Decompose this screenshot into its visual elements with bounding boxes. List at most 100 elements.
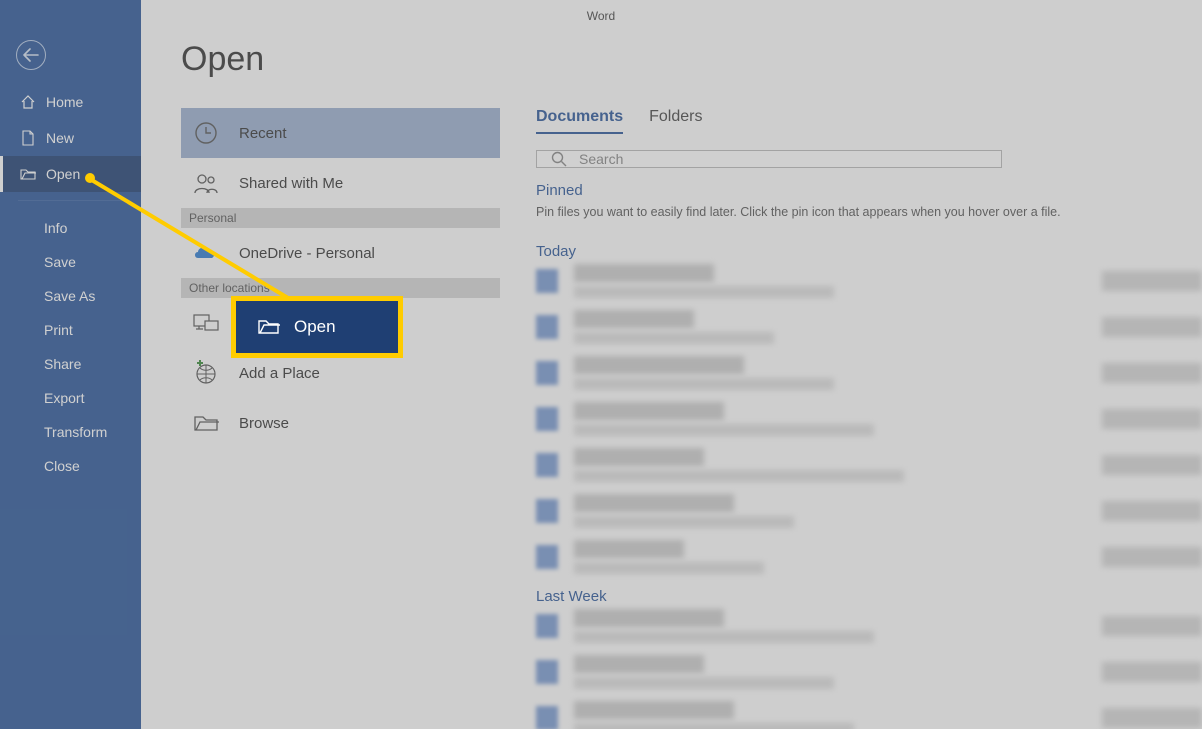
file-date	[1102, 616, 1202, 636]
locations-personal-header: Personal	[181, 208, 500, 228]
file-list-today	[536, 266, 1202, 572]
tab-documents[interactable]: Documents	[536, 108, 623, 134]
locations-other-header: Other locations	[181, 278, 500, 298]
folder-open-icon	[258, 318, 280, 336]
location-shared[interactable]: Shared with Me	[181, 158, 500, 208]
file-row[interactable]	[536, 657, 1202, 687]
file-row[interactable]	[536, 496, 1202, 526]
file-path	[574, 470, 904, 482]
today-label: Today	[536, 243, 1202, 260]
location-browse[interactable]: Browse	[181, 398, 500, 448]
file-row[interactable]	[536, 611, 1202, 641]
file-path	[574, 286, 834, 298]
file-row[interactable]	[536, 404, 1202, 434]
search-icon	[551, 151, 567, 167]
nav-close[interactable]: Close	[0, 449, 141, 483]
nav-new[interactable]: New	[0, 120, 141, 156]
file-type-icon	[536, 545, 558, 569]
file-date	[1102, 363, 1202, 383]
file-row[interactable]	[536, 358, 1202, 388]
nav-save-as[interactable]: Save As	[0, 279, 141, 313]
folder-open-icon	[20, 167, 36, 181]
file-date	[1102, 708, 1202, 728]
nav-divider	[18, 200, 123, 201]
nav-export[interactable]: Export	[0, 381, 141, 415]
nav-print[interactable]: Print	[0, 313, 141, 347]
file-row[interactable]	[536, 266, 1202, 296]
lastweek-label: Last Week	[536, 588, 1202, 605]
file-list-lastweek	[536, 611, 1202, 729]
nav-save[interactable]: Save	[0, 245, 141, 279]
file-date	[1102, 455, 1202, 475]
titlebar: Word	[0, 0, 1202, 32]
file-date	[1102, 271, 1202, 291]
file-name	[574, 655, 704, 673]
globe-plus-icon	[191, 360, 221, 386]
location-add-place-label: Add a Place	[239, 365, 320, 382]
file-name	[574, 609, 724, 627]
location-shared-label: Shared with Me	[239, 175, 343, 192]
pinned-hint: Pin files you want to easily find later.…	[536, 205, 1202, 219]
nav-share[interactable]: Share	[0, 347, 141, 381]
search-placeholder: Search	[579, 151, 623, 167]
file-name	[574, 701, 734, 719]
location-recent[interactable]: Recent	[181, 108, 500, 158]
location-recent-label: Recent	[239, 125, 287, 142]
file-name	[574, 448, 704, 466]
search-input[interactable]: Search	[536, 150, 1002, 168]
location-browse-label: Browse	[239, 415, 289, 432]
file-path	[574, 631, 874, 643]
document-icon	[20, 130, 36, 146]
file-row[interactable]	[536, 703, 1202, 729]
file-row[interactable]	[536, 450, 1202, 480]
nav-transform[interactable]: Transform	[0, 415, 141, 449]
file-type-icon	[536, 315, 558, 339]
main-area: Open Recent Shared with Me Personal	[141, 0, 1202, 729]
file-date	[1102, 662, 1202, 682]
clock-icon	[191, 120, 221, 146]
nav-info[interactable]: Info	[0, 211, 141, 245]
file-type-icon	[536, 407, 558, 431]
file-type-icon	[536, 499, 558, 523]
people-icon	[191, 172, 221, 194]
nav-open[interactable]: Open	[0, 156, 141, 192]
file-row[interactable]	[536, 542, 1202, 572]
back-arrow-icon	[23, 48, 39, 62]
this-pc-icon	[191, 312, 221, 334]
file-type-icon	[536, 269, 558, 293]
file-path	[574, 562, 764, 574]
file-type-icon	[536, 361, 558, 385]
file-path	[574, 516, 794, 528]
tab-folders[interactable]: Folders	[649, 108, 702, 134]
pinned-label: Pinned	[536, 182, 1202, 199]
locations-panel: Recent Shared with Me Personal OneDrive …	[181, 108, 500, 729]
file-type-icon	[536, 660, 558, 684]
file-date	[1102, 409, 1202, 429]
file-path	[574, 332, 774, 344]
nav-new-label: New	[46, 130, 74, 146]
file-name	[574, 402, 724, 420]
file-date	[1102, 501, 1202, 521]
file-name	[574, 540, 684, 558]
page-title: Open	[181, 40, 264, 79]
location-onedrive[interactable]: OneDrive - Personal	[181, 228, 500, 278]
file-type-icon	[536, 614, 558, 638]
location-onedrive-label: OneDrive - Personal	[239, 245, 375, 262]
file-row[interactable]	[536, 312, 1202, 342]
nav-home-label: Home	[46, 94, 83, 110]
back-button[interactable]	[16, 40, 46, 70]
annotation-callout-label: Open	[294, 317, 336, 337]
content-tabs: Documents Folders	[536, 108, 1202, 134]
file-name	[574, 264, 714, 282]
file-path	[574, 378, 834, 390]
file-date	[1102, 547, 1202, 567]
file-name	[574, 356, 744, 374]
folder-icon	[191, 413, 221, 433]
annotation-callout-open: Open	[231, 296, 403, 358]
file-date	[1102, 317, 1202, 337]
file-path	[574, 677, 834, 689]
file-type-icon	[536, 706, 558, 729]
app-title: Word	[587, 9, 615, 23]
file-name	[574, 494, 734, 512]
nav-home[interactable]: Home	[0, 84, 141, 120]
